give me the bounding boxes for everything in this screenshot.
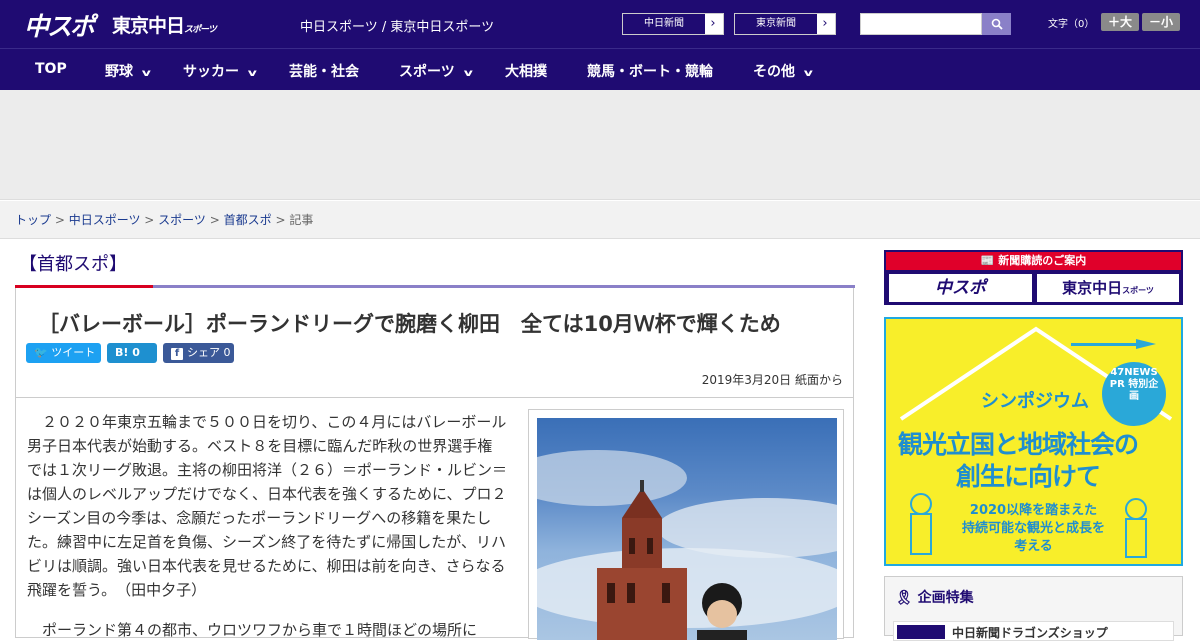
article-date: 2019年3月20日 紙面から xyxy=(701,373,843,387)
symposium-banner[interactable]: 47NEWS PR 特別企画 シンポジウム 観光立国と地域社会の 創生に向けて … xyxy=(884,317,1183,566)
nav-item-other[interactable]: その他 v xyxy=(753,61,813,81)
tokyo-logo-text: 東京中日 xyxy=(112,15,185,37)
article-paragraph: ポーランド第４の都市、ウロツワフから車で１時間ほどの場所に xyxy=(42,621,478,639)
article-lead: ２０２０年東京五輪まで５００日を切り、この４月にはバレーボール男子日本代表が始動… xyxy=(27,413,508,599)
nav-item-top[interactable]: TOP xyxy=(35,61,67,77)
search-icon xyxy=(991,18,1003,30)
nav-label: 野球 xyxy=(105,64,133,80)
tweet-button[interactable]: 🐦 ツイート xyxy=(26,343,101,363)
chuspo-logo[interactable]: 中スポ xyxy=(24,7,95,43)
breadcrumb-top[interactable]: トップ xyxy=(15,213,51,227)
chevron-right-icon: › xyxy=(710,16,716,31)
banner-symposium: シンポジウム xyxy=(981,391,1089,412)
font-small-button[interactable]: －小 xyxy=(1142,13,1180,31)
banner-sub-2: 持続可能な観光と成長を xyxy=(961,521,1105,536)
nav-label: TOP xyxy=(35,61,67,77)
subscription-title-text: 新聞購読のご案内 xyxy=(998,254,1087,267)
font-size-label: 文字（0） xyxy=(1048,19,1095,30)
feature-item-label: 中日新聞ドラゴンズショップ xyxy=(952,626,1108,640)
feature-heading-text: 企画特集 xyxy=(917,590,974,606)
breadcrumb-sports[interactable]: スポーツ xyxy=(158,213,206,227)
banner-headline-2: 創生に向けて xyxy=(956,462,1101,491)
chevron-down-icon: v xyxy=(463,68,473,79)
feature-heading: 🎗 企画特集 xyxy=(895,587,974,607)
ad-slot xyxy=(0,90,1200,200)
facebook-share-button[interactable]: f シェア 0 xyxy=(163,343,234,363)
nav-item-sumo[interactable]: 大相撲 xyxy=(505,61,547,81)
tokyo-chunichi-logo[interactable]: 東京中日スポーツ xyxy=(112,11,217,38)
nav-label: 競馬・ボート・競輪 xyxy=(587,64,713,80)
feature-section: 🎗 企画特集 中日新聞ドラゴンズショップ xyxy=(884,576,1183,641)
search-input[interactable] xyxy=(860,13,982,35)
nav-item-baseball[interactable]: 野球 v xyxy=(105,61,151,81)
tokyo-logo-sub: スポーツ xyxy=(184,25,217,35)
share-count: 0 xyxy=(223,346,231,359)
nav-label: その他 xyxy=(753,64,795,80)
tokyo-shimbun-link[interactable]: 東京新聞 › xyxy=(734,13,836,35)
subscribe-tokyo-label: 東京中日 xyxy=(1062,279,1123,297)
search-button[interactable] xyxy=(982,13,1011,35)
tokyo-link-label: 東京新聞 xyxy=(735,14,817,34)
nav-label: サッカー xyxy=(183,64,239,80)
hatena-icon: B! xyxy=(115,346,129,359)
hatena-count: 0 xyxy=(132,346,140,359)
banner-sub-3: 考える xyxy=(1014,539,1053,554)
banner-badge: 47NEWS PR 特別企画 xyxy=(1109,367,1159,402)
photo-scene xyxy=(537,450,837,640)
category-heading: 【首都スポ】 xyxy=(19,254,127,275)
chevron-down-icon: v xyxy=(803,68,813,79)
breadcrumb-shuto[interactable]: 首都スポ xyxy=(224,213,272,227)
newspaper-icon: 📰 xyxy=(980,254,999,267)
nav-item-entertainment[interactable]: 芸能・社会 xyxy=(289,61,359,81)
font-large-button[interactable]: ＋大 xyxy=(1101,13,1139,31)
tweet-label: ツイート xyxy=(51,346,96,359)
chevron-right-icon: › xyxy=(822,16,828,31)
feature-item[interactable]: 中日新聞ドラゴンズショップ xyxy=(893,621,1174,641)
twitter-icon: 🐦 xyxy=(34,346,52,359)
subscribe-tokyo-sub: スポーツ xyxy=(1122,286,1154,295)
breadcrumb-current: 記事 xyxy=(289,213,314,227)
subscribe-tokyo-chunichi[interactable]: 東京中日スポーツ xyxy=(1037,274,1179,302)
nav-label: スポーツ xyxy=(399,64,455,80)
facebook-icon: f xyxy=(171,348,183,360)
feature-item-thumb xyxy=(897,625,945,639)
banner-sub-1: 2020以降を踏まえた xyxy=(969,503,1098,518)
nav-item-soccer[interactable]: サッカー v xyxy=(183,61,257,81)
site-name[interactable]: 中日スポーツ / 東京中日スポーツ xyxy=(300,16,494,35)
article-photo[interactable] xyxy=(537,418,837,640)
subscribe-chuspo[interactable]: 中スポ xyxy=(889,274,1032,302)
ribbon-icon: 🎗 xyxy=(895,590,918,606)
chunichi-link-label: 中日新聞 xyxy=(623,14,705,34)
nav-label: 芸能・社会 xyxy=(289,64,359,80)
hatena-button[interactable]: B! 0 xyxy=(107,343,157,363)
article-title: ［バレーボール］ポーランドリーグで腕磨く柳田 全ては10月Ｗ杯で輝くため xyxy=(38,312,781,336)
share-label: シェア xyxy=(187,346,220,359)
nav-label: 大相撲 xyxy=(505,64,547,80)
subscription-title: 📰 新聞購読のご案内 xyxy=(886,252,1181,270)
breadcrumb: トップ > 中日スポーツ > スポーツ > 首都スポ > 記事 xyxy=(0,201,1200,239)
breadcrumb-chuspo[interactable]: 中日スポーツ xyxy=(69,213,141,227)
article-photo-frame xyxy=(528,409,844,640)
nav-item-racing[interactable]: 競馬・ボート・競輪 xyxy=(587,61,713,81)
banner-headline-1: 観光立国と地域社会の xyxy=(898,430,1139,459)
chevron-down-icon: v xyxy=(141,68,151,79)
chunichi-link[interactable]: 中日新聞 › xyxy=(622,13,724,35)
subscription-box[interactable]: 📰 新聞購読のご案内 中スポ 東京中日スポーツ xyxy=(884,250,1183,305)
site-header: 中スポ 東京中日スポーツ 中日スポーツ / 東京中日スポーツ 中日新聞 › 東京新… xyxy=(0,0,1200,48)
chevron-down-icon: v xyxy=(247,68,257,79)
nav-item-sports[interactable]: スポーツ v xyxy=(399,61,473,81)
main-nav: TOP 野球 v サッカー v 芸能・社会 スポーツ v 大相撲 競馬・ボート・競輪 … xyxy=(0,48,1200,90)
